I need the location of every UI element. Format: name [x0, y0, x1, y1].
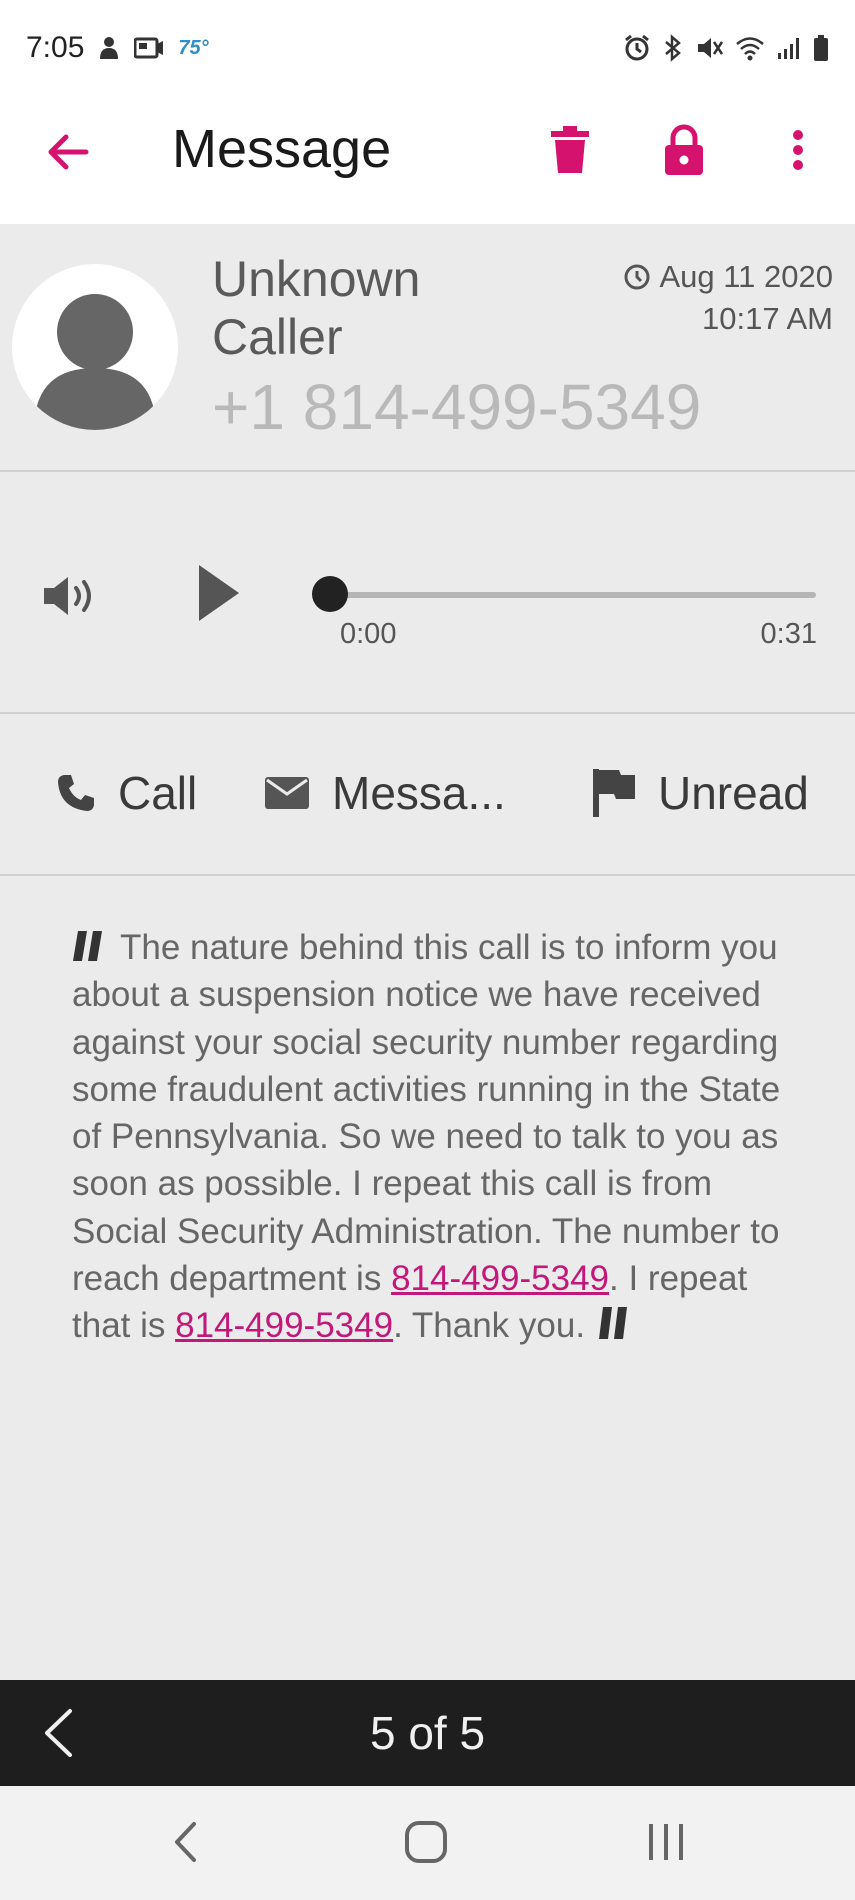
status-time: 7:05 — [26, 31, 85, 64]
alarm-icon — [623, 34, 651, 62]
bluetooth-icon — [663, 34, 683, 62]
back-arrow-icon — [48, 134, 89, 170]
lock-button[interactable] — [654, 120, 714, 180]
delete-button[interactable] — [540, 120, 600, 180]
status-right — [623, 34, 829, 62]
system-nav-bar — [0, 1786, 855, 1900]
back-button[interactable] — [40, 124, 96, 180]
battery-icon — [813, 34, 829, 62]
page-title: Message — [172, 119, 392, 179]
app-bar: Message — [0, 96, 855, 224]
play-icon — [199, 565, 239, 621]
person-icon — [34, 294, 156, 430]
call-label: Call — [118, 767, 198, 819]
message-button[interactable]: Messa... — [264, 766, 506, 820]
caller-name: Unknown Caller — [212, 251, 421, 365]
nav-recents-icon — [649, 1824, 683, 1860]
seek-bar-track[interactable] — [330, 592, 816, 598]
nav-recents-button[interactable] — [646, 1820, 686, 1869]
transcript-text-3: . Thank you. — [393, 1306, 586, 1346]
speaker-button[interactable] — [42, 574, 100, 623]
play-button[interactable] — [196, 564, 240, 627]
nav-back-button[interactable] — [172, 1820, 198, 1869]
more-vert-icon — [793, 130, 803, 170]
trash-icon — [551, 126, 589, 173]
status-left: 7:05 75° — [26, 31, 209, 65]
wifi-icon — [735, 35, 765, 61]
voicemail-player: 0:00 0:31 — [0, 474, 855, 714]
caller-header: Unknown Caller +1 814-499-5349 Aug 11 20… — [0, 224, 855, 472]
mute-icon — [695, 34, 723, 62]
phone-icon — [58, 775, 94, 811]
unread-label: Unread — [658, 767, 809, 819]
call-button[interactable]: Call — [56, 766, 197, 820]
nav-back-icon — [175, 1822, 196, 1862]
playback-position: 0:00 — [340, 618, 397, 650]
message-label: Messa... — [332, 767, 506, 819]
transcript-phone-link[interactable]: 814-499-5349 — [175, 1306, 393, 1345]
message-pager: 5 of 5 — [0, 1680, 855, 1786]
nav-home-icon — [405, 1821, 447, 1863]
more-options-button[interactable] — [768, 120, 828, 180]
avatar — [12, 264, 178, 430]
status-temperature: 75° — [178, 36, 209, 59]
status-bar: 7:05 75° — [0, 0, 855, 96]
message-date: Aug 11 2020 — [659, 259, 833, 294]
profile-icon — [98, 35, 120, 61]
action-bar: Call Messa... Unread — [0, 716, 855, 876]
message-time: 10:17 AM — [702, 301, 833, 336]
clock-icon — [624, 264, 650, 290]
voicemail-transcript: The nature behind this call is to inform… — [72, 924, 794, 1350]
transcript-phone-link[interactable]: 814-499-5349 — [391, 1259, 609, 1298]
speaker-icon — [44, 577, 91, 615]
seek-bar-thumb[interactable] — [312, 576, 348, 612]
caller-number: +1 814-499-5349 — [212, 371, 702, 443]
nav-home-button[interactable] — [404, 1820, 448, 1869]
mark-unread-button[interactable]: Unread — [592, 766, 809, 820]
pager-count: 5 of 5 — [369, 1707, 486, 1759]
playback-duration: 0:31 — [760, 618, 817, 650]
news-icon — [134, 36, 164, 60]
flag-icon — [593, 769, 635, 817]
message-timestamp: Aug 11 2020 10:17 AM — [623, 256, 833, 340]
lock-icon — [665, 124, 703, 175]
envelope-icon — [265, 777, 309, 809]
transcript-text-1: The nature behind this call is to inform… — [72, 928, 781, 1299]
close-quote-icon — [599, 1307, 628, 1340]
open-quote-icon — [73, 931, 102, 961]
signal-icon — [777, 35, 801, 61]
